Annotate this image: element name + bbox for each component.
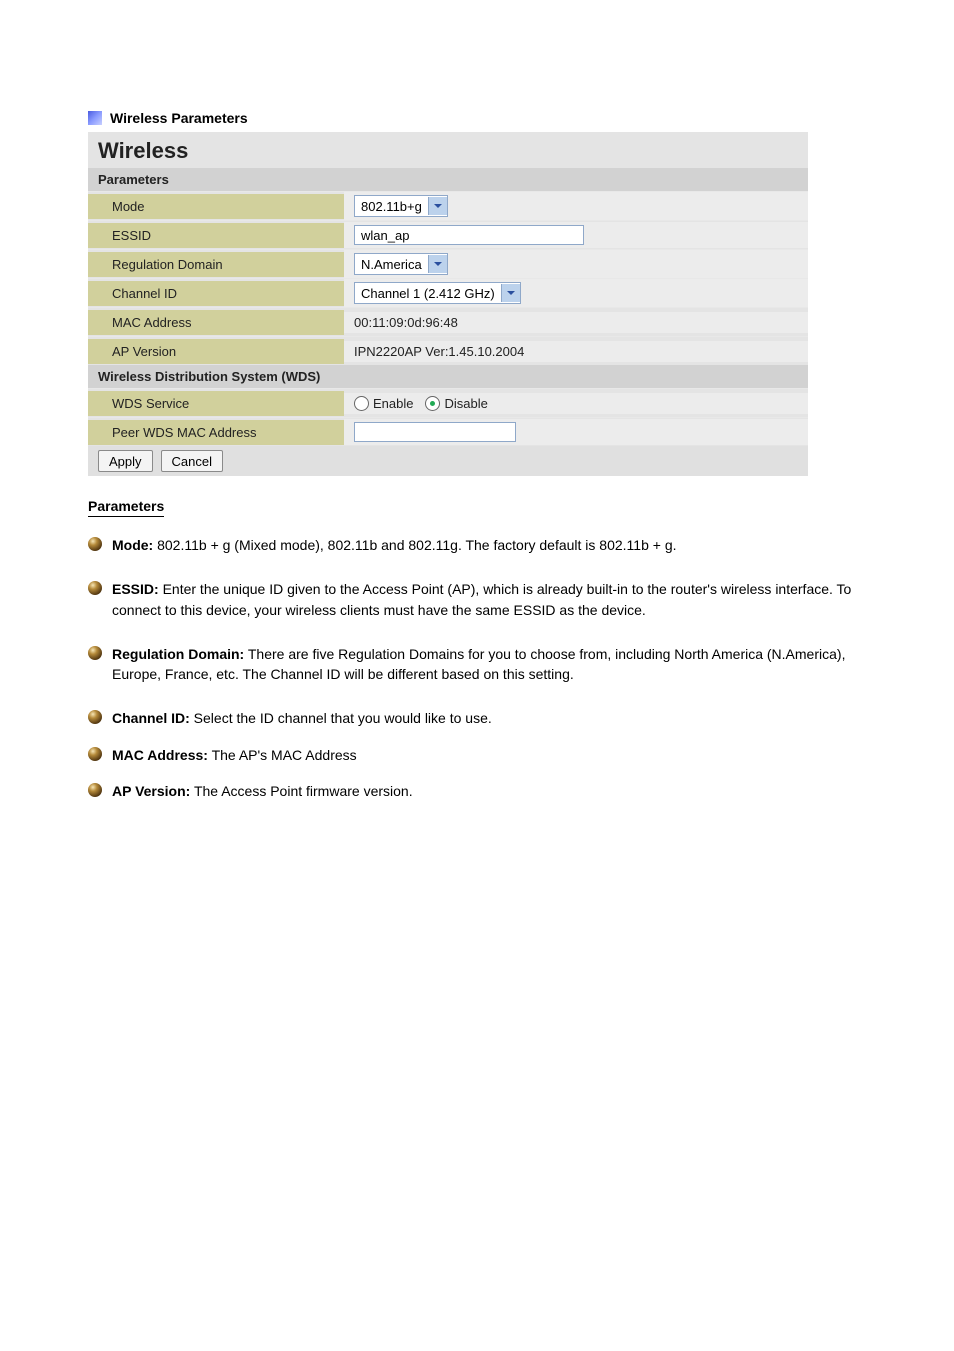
peer-wds-mac-input[interactable]	[354, 422, 516, 442]
mode-label: Mode	[88, 194, 344, 219]
row-channel-id: Channel ID Channel 1 (2.412 GHz)	[88, 278, 808, 307]
ap-version-label: AP Version	[88, 339, 344, 364]
bullet-text: AP Version: The Access Point firmware ve…	[112, 781, 413, 801]
mode-select-value: 802.11b+g	[355, 199, 428, 214]
peer-wds-mac-label: Peer WDS MAC Address	[88, 420, 344, 445]
wds-enable-radio[interactable]: Enable	[354, 396, 413, 411]
sphere-bullet-icon	[88, 646, 102, 660]
cancel-button[interactable]: Cancel	[161, 450, 223, 472]
row-mac-address: MAC Address 00:11:09:0d:96:48	[88, 307, 808, 336]
chevron-down-icon	[428, 255, 447, 273]
list-item: ESSID: Enter the unique ID given to the …	[88, 579, 866, 620]
channel-id-label: Channel ID	[88, 281, 344, 306]
wds-enable-label: Enable	[373, 396, 413, 411]
essid-label: ESSID	[88, 223, 344, 248]
chevron-down-icon	[428, 197, 447, 215]
bullet-text: Regulation Domain: There are five Regula…	[112, 644, 866, 685]
list-item: AP Version: The Access Point firmware ve…	[88, 781, 866, 801]
wds-section-header: Wireless Distribution System (WDS)	[88, 365, 808, 388]
wds-disable-label: Disable	[444, 396, 487, 411]
list-item: Regulation Domain: There are five Regula…	[88, 644, 866, 685]
square-bullet-icon	[88, 111, 102, 125]
essid-input[interactable]	[354, 225, 584, 245]
radio-icon	[425, 396, 440, 411]
panel-title: Wireless	[88, 132, 808, 168]
regulation-domain-label: Regulation Domain	[88, 252, 344, 277]
row-mode: Mode 802.11b+g	[88, 191, 808, 220]
list-item: Mode: 802.11b + g (Mixed mode), 802.11b …	[88, 535, 866, 555]
channel-id-select[interactable]: Channel 1 (2.412 GHz)	[354, 282, 521, 304]
parameters-section-header: Parameters	[88, 168, 808, 191]
regulation-domain-select[interactable]: N.America	[354, 253, 448, 275]
row-peer-wds-mac: Peer WDS MAC Address	[88, 417, 808, 446]
list-item: Channel ID: Select the ID channel that y…	[88, 708, 866, 728]
parameters-underlined-heading: Parameters	[88, 498, 164, 517]
apply-button[interactable]: Apply	[98, 450, 153, 472]
bullet-text: Channel ID: Select the ID channel that y…	[112, 708, 492, 728]
mac-address-value: 00:11:09:0d:96:48	[344, 312, 808, 333]
radio-icon	[354, 396, 369, 411]
row-ap-version: AP Version IPN2220AP Ver:1.45.10.2004	[88, 336, 808, 365]
bullet-text: MAC Address: The AP's MAC Address	[112, 745, 357, 765]
sphere-bullet-icon	[88, 747, 102, 761]
wireless-config-panel: Wireless Parameters Mode 802.11b+g ESSID…	[88, 132, 808, 476]
mode-select[interactable]: 802.11b+g	[354, 195, 448, 217]
sphere-bullet-icon	[88, 710, 102, 724]
ap-version-value: IPN2220AP Ver:1.45.10.2004	[344, 341, 808, 362]
mac-address-label: MAC Address	[88, 310, 344, 335]
button-row: Apply Cancel	[88, 446, 808, 476]
wds-disable-radio[interactable]: Disable	[425, 396, 487, 411]
bullet-text: Mode: 802.11b + g (Mixed mode), 802.11b …	[112, 535, 677, 555]
section-heading: Wireless Parameters	[110, 110, 248, 126]
bullet-list: Mode: 802.11b + g (Mixed mode), 802.11b …	[88, 535, 866, 801]
sphere-bullet-icon	[88, 581, 102, 595]
row-essid: ESSID	[88, 220, 808, 249]
list-item: MAC Address: The AP's MAC Address	[88, 745, 866, 765]
sphere-bullet-icon	[88, 537, 102, 551]
channel-id-value: Channel 1 (2.412 GHz)	[355, 286, 501, 301]
regulation-domain-value: N.America	[355, 257, 428, 272]
chevron-down-icon	[501, 284, 520, 302]
wds-service-label: WDS Service	[88, 391, 344, 416]
row-regulation-domain: Regulation Domain N.America	[88, 249, 808, 278]
bullet-text: ESSID: Enter the unique ID given to the …	[112, 579, 866, 620]
sphere-bullet-icon	[88, 783, 102, 797]
row-wds-service: WDS Service Enable Disable	[88, 388, 808, 417]
